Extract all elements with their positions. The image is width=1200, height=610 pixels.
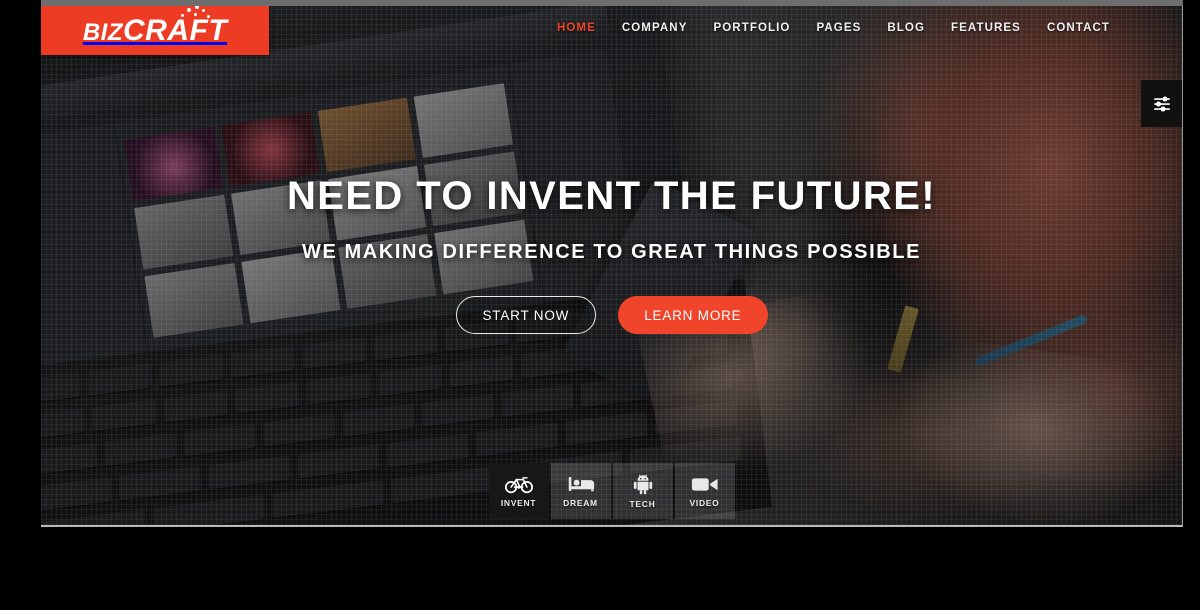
logo-wordmark: BIZCRAFT — [82, 6, 227, 46]
sliders-icon — [1153, 96, 1170, 112]
hero-section: NEED TO INVENT THE FUTURE! WE MAKING DIF… — [41, 6, 1182, 525]
logo-text-part1: BIZ — [82, 18, 123, 46]
learn-more-button[interactable]: LEARN MORE — [618, 296, 768, 334]
tab-video[interactable]: VIDEO — [674, 463, 735, 519]
tab-tech[interactable]: TECH — [612, 463, 673, 519]
start-now-button[interactable]: START NOW — [455, 296, 597, 334]
site-header: BIZCRAFT HOME COMPANY PORTFOLIO PAGES BL… — [41, 6, 1182, 62]
bicycle-icon — [504, 477, 533, 494]
screenshot-root: BIZCRAFT HOME COMPANY PORTFOLIO PAGES BL… — [0, 0, 1200, 610]
nav-item-home[interactable]: HOME — [557, 22, 596, 34]
hero-tab-strip: INVENT DREAM TECH VIDEO — [488, 463, 735, 519]
bed-icon — [568, 477, 594, 492]
tab-dream[interactable]: DREAM — [550, 463, 611, 519]
hero-subheading: WE MAKING DIFFERENCE TO GREAT THINGS POS… — [301, 241, 922, 263]
main-navigation: HOME COMPANY PORTFOLIO PAGES BLOG FEATUR… — [557, 22, 1110, 34]
settings-panel-toggle[interactable] — [1141, 80, 1182, 127]
page-viewport: BIZCRAFT HOME COMPANY PORTFOLIO PAGES BL… — [41, 6, 1183, 527]
android-icon — [633, 474, 652, 495]
tab-invent-label: INVENT — [500, 498, 537, 508]
tab-tech-label: TECH — [629, 499, 656, 509]
video-camera-icon — [691, 477, 718, 491]
hero-heading: NEED TO INVENT THE FUTURE! — [286, 174, 937, 218]
nav-item-contact[interactable]: CONTACT — [1047, 22, 1110, 34]
tab-dream-label: DREAM — [563, 498, 598, 508]
nav-item-blog[interactable]: BLOG — [887, 22, 925, 34]
nav-item-portfolio[interactable]: PORTFOLIO — [713, 22, 790, 34]
tab-invent[interactable]: INVENT — [488, 463, 549, 519]
tab-video-label: VIDEO — [689, 497, 720, 508]
hero-cta-group: START NOW LEARN MORE — [455, 296, 768, 334]
nav-item-company[interactable]: COMPANY — [622, 22, 688, 34]
dots-decoration-icon — [179, 6, 213, 20]
nav-item-pages[interactable]: PAGES — [816, 22, 861, 34]
site-logo[interactable]: BIZCRAFT — [41, 6, 269, 55]
nav-item-features[interactable]: FEATURES — [951, 22, 1021, 34]
